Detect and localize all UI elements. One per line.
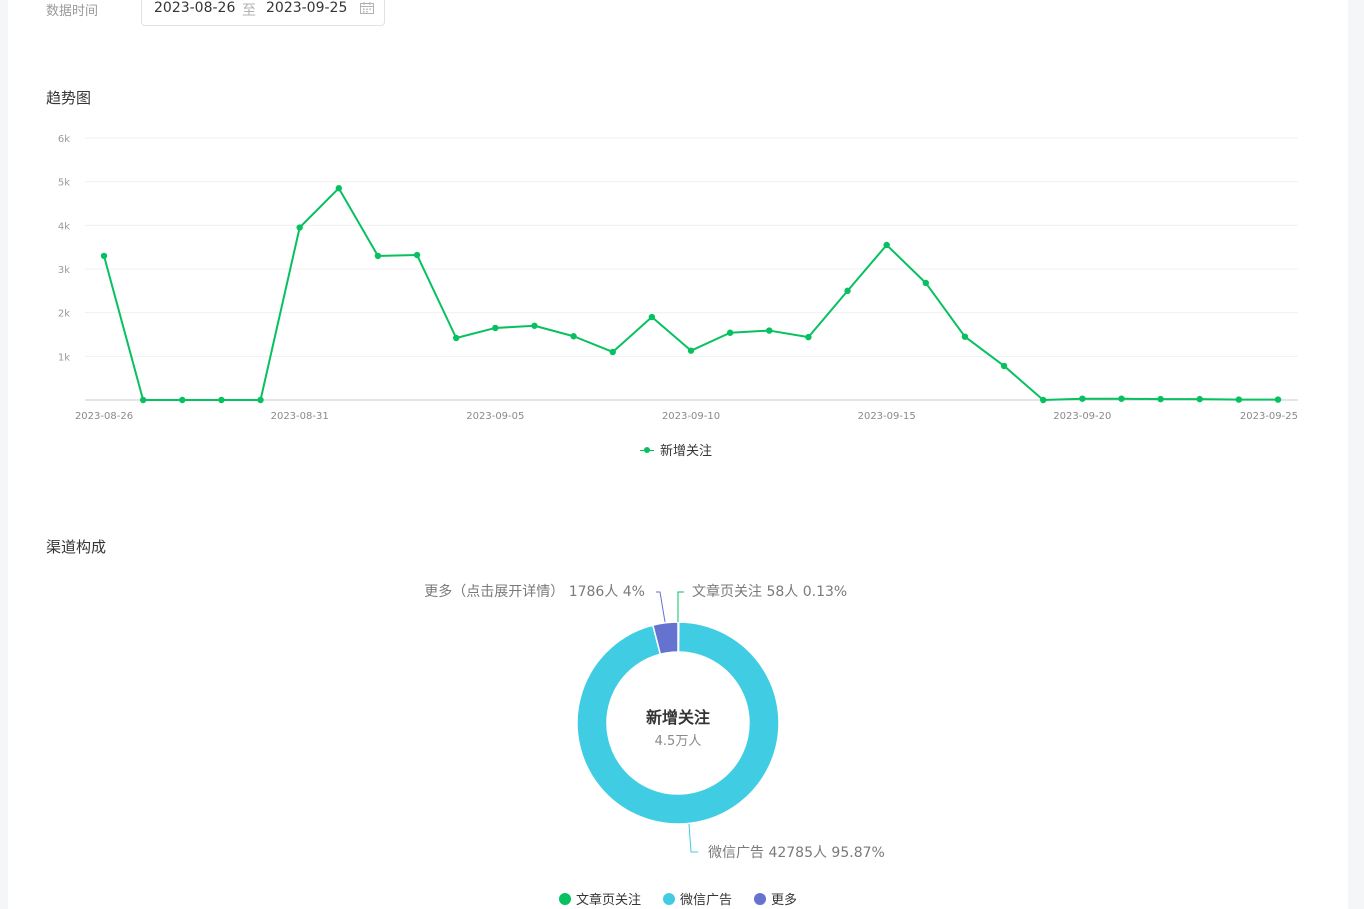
pie-legend: 文章页关注 微信广告 更多 <box>8 889 1348 908</box>
legend-dot <box>558 892 571 905</box>
pie-legend-item[interactable]: 更多 <box>754 889 797 908</box>
slice-leader-line <box>677 591 684 622</box>
legend-label: 微信广告 <box>679 893 732 908</box>
donut-center-value: 4.5万人 <box>655 734 702 749</box>
pie-legend-item[interactable]: 文章页关注 <box>558 889 641 908</box>
donut-center-title: 新增关注 <box>646 708 710 727</box>
legend-label: 更多 <box>771 893 798 908</box>
legend-dot <box>662 892 675 905</box>
slice-leader-line <box>688 823 698 853</box>
slice-label: 微信广告 42785人 95.87% <box>708 845 885 861</box>
channel-donut-chart: 新增关注 4.5万人 文章页关注 58人 0.13% 微信广告 42785人 95.8… <box>424 583 885 861</box>
legend-dot <box>754 892 766 905</box>
pie-legend-item[interactable]: 微信广告 <box>662 889 732 908</box>
slice-label[interactable]: 更多（点击展开详情） 1786人 4% <box>424 583 645 600</box>
slice-leader-line <box>656 591 666 623</box>
slice-label: 文章页关注 58人 0.13% <box>692 583 847 600</box>
page: 数据时间 2023-08-26 至 2023-09-25 趋势图 1k 2k 3k 4… <box>8 0 1348 909</box>
legend-label: 文章页关注 <box>575 893 641 908</box>
